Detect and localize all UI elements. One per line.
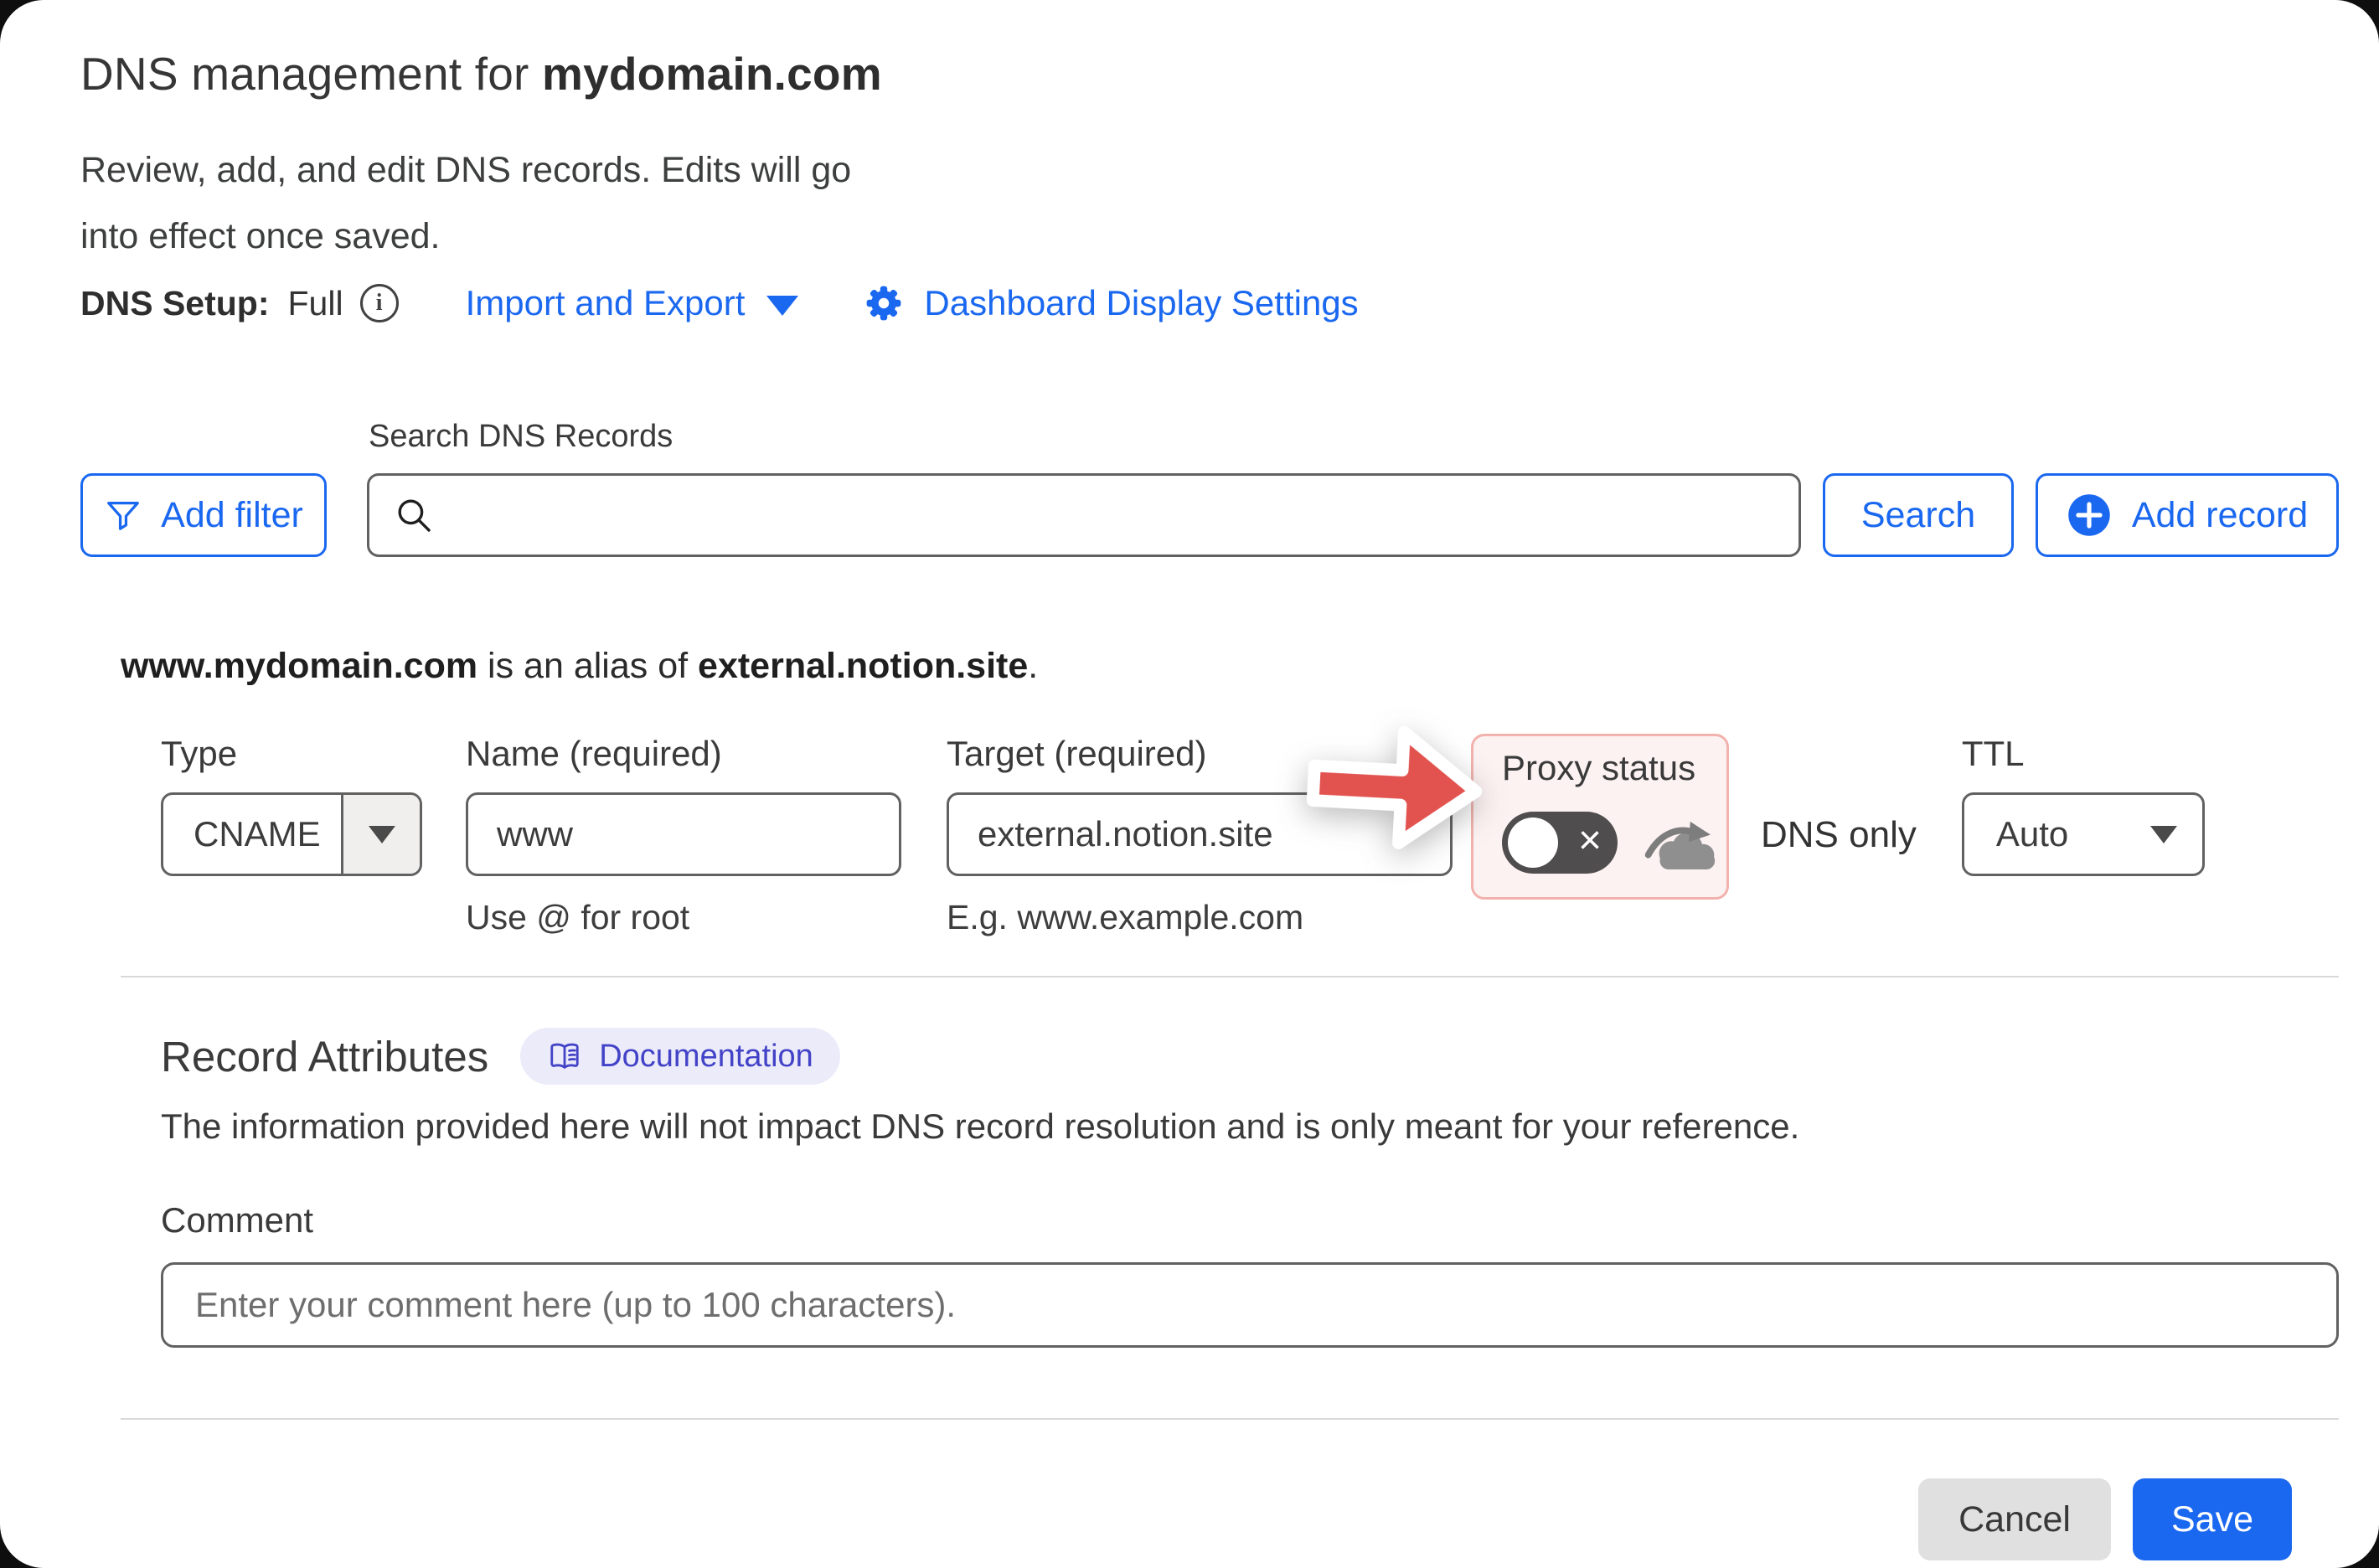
search-icon bbox=[394, 495, 434, 535]
dns-setup-row: DNS Setup: Full i Import and Export Dash… bbox=[80, 283, 2339, 323]
documentation-label: Documentation bbox=[599, 1039, 813, 1075]
page-subtitle: Review, add, and edit DNS records. Edits… bbox=[80, 137, 2339, 270]
footer-actions: Cancel Save bbox=[121, 1478, 2339, 1560]
add-record-label: Add record bbox=[2132, 495, 2308, 536]
proxy-status-value: DNS only bbox=[1761, 814, 1917, 856]
record-attributes-heading: Record Attributes bbox=[161, 1032, 488, 1081]
comment-label: Comment bbox=[121, 1200, 2339, 1240]
book-icon bbox=[547, 1039, 582, 1074]
search-section: Search DNS Records Add filter Search bbox=[80, 419, 2339, 557]
name-hint: Use @ for root bbox=[466, 898, 901, 937]
comment-input[interactable] bbox=[161, 1262, 2339, 1348]
proxy-toggle[interactable]: × bbox=[1502, 812, 1618, 874]
dashboard-display-settings-label: Dashboard Display Settings bbox=[924, 283, 1358, 323]
type-select[interactable]: CNAME bbox=[161, 792, 422, 876]
page-title-prefix: DNS management for bbox=[80, 48, 542, 100]
divider bbox=[121, 976, 2339, 977]
dns-setup-value: Full bbox=[288, 284, 343, 323]
dns-management-panel: DNS management for mydomain.com Review, … bbox=[0, 0, 2379, 1568]
chevron-down-icon bbox=[341, 795, 420, 874]
page-title-domain: mydomain.com bbox=[542, 48, 882, 100]
search-button[interactable]: Search bbox=[1823, 473, 2014, 557]
import-export-label: Import and Export bbox=[466, 283, 746, 323]
search-dns-records-label: Search DNS Records bbox=[369, 419, 2339, 455]
annotation-arrow-icon bbox=[1301, 709, 1491, 867]
name-label: Name (required) bbox=[466, 734, 901, 774]
proxy-controls: × bbox=[1502, 807, 1726, 879]
record-attributes-header: Record Attributes Documentation bbox=[121, 1028, 2339, 1085]
type-field: Type CNAME bbox=[161, 734, 422, 876]
type-label: Type bbox=[161, 734, 422, 774]
proxy-toggle-knob bbox=[1508, 818, 1558, 868]
type-select-value: CNAME bbox=[163, 814, 341, 854]
save-button[interactable]: Save bbox=[2133, 1478, 2292, 1560]
search-input[interactable] bbox=[367, 473, 1801, 557]
alias-description: www.mydomain.com is an alias of external… bbox=[121, 646, 2339, 687]
dns-only-cloud-icon bbox=[1641, 807, 1726, 879]
cancel-button[interactable]: Cancel bbox=[1918, 1478, 2111, 1560]
documentation-link[interactable]: Documentation bbox=[520, 1028, 840, 1085]
page-title: DNS management for mydomain.com bbox=[80, 47, 2339, 101]
page-subtitle-line2: into effect once saved. bbox=[80, 204, 2339, 270]
chevron-down-icon bbox=[766, 296, 798, 316]
import-export-dropdown[interactable]: Import and Export bbox=[466, 283, 799, 323]
proxy-status-highlight: Proxy status × bbox=[1471, 734, 1729, 900]
record-editor: www.mydomain.com is an alias of external… bbox=[121, 646, 2339, 1560]
page-subtitle-line1: Review, add, and edit DNS records. Edits… bbox=[80, 137, 2339, 204]
filter-icon bbox=[104, 496, 142, 534]
ttl-select-value: Auto bbox=[1996, 814, 2068, 854]
add-record-button[interactable]: Add record bbox=[2036, 473, 2339, 557]
chevron-down-icon bbox=[2150, 826, 2177, 843]
info-icon[interactable]: i bbox=[360, 284, 399, 322]
toggle-off-x-icon: × bbox=[1578, 821, 1602, 861]
gear-icon bbox=[864, 283, 904, 323]
alias-target-domain: external.notion.site bbox=[698, 646, 1028, 686]
ttl-label: TTL bbox=[1962, 734, 2205, 774]
add-filter-button[interactable]: Add filter bbox=[80, 473, 327, 557]
search-row: Add filter Search Add record bbox=[80, 473, 2339, 557]
plus-circle-icon bbox=[2067, 493, 2112, 538]
divider bbox=[121, 1418, 2339, 1420]
proxy-status-wrap: Proxy status × bbox=[1471, 734, 1729, 900]
name-field: Name (required) Use @ for root bbox=[466, 734, 901, 937]
add-filter-label: Add filter bbox=[161, 495, 303, 536]
ttl-field: TTL Auto bbox=[1962, 734, 2205, 876]
alias-middle-text: is an alias of bbox=[477, 646, 698, 686]
dashboard-display-settings-link[interactable]: Dashboard Display Settings bbox=[864, 283, 1358, 323]
search-input-container bbox=[367, 473, 1801, 557]
target-hint: E.g. www.example.com bbox=[947, 898, 1453, 937]
alias-period: . bbox=[1028, 646, 1038, 686]
record-attributes-description: The information provided here will not i… bbox=[121, 1106, 2339, 1147]
ttl-select[interactable]: Auto bbox=[1962, 792, 2205, 876]
record-form-row: Type CNAME Name (required) Use @ for roo… bbox=[121, 734, 2339, 937]
name-input[interactable] bbox=[466, 792, 901, 876]
alias-source-domain: www.mydomain.com bbox=[121, 646, 477, 686]
proxy-status-label: Proxy status bbox=[1502, 748, 1726, 788]
dns-setup-label: DNS Setup: bbox=[80, 284, 270, 323]
